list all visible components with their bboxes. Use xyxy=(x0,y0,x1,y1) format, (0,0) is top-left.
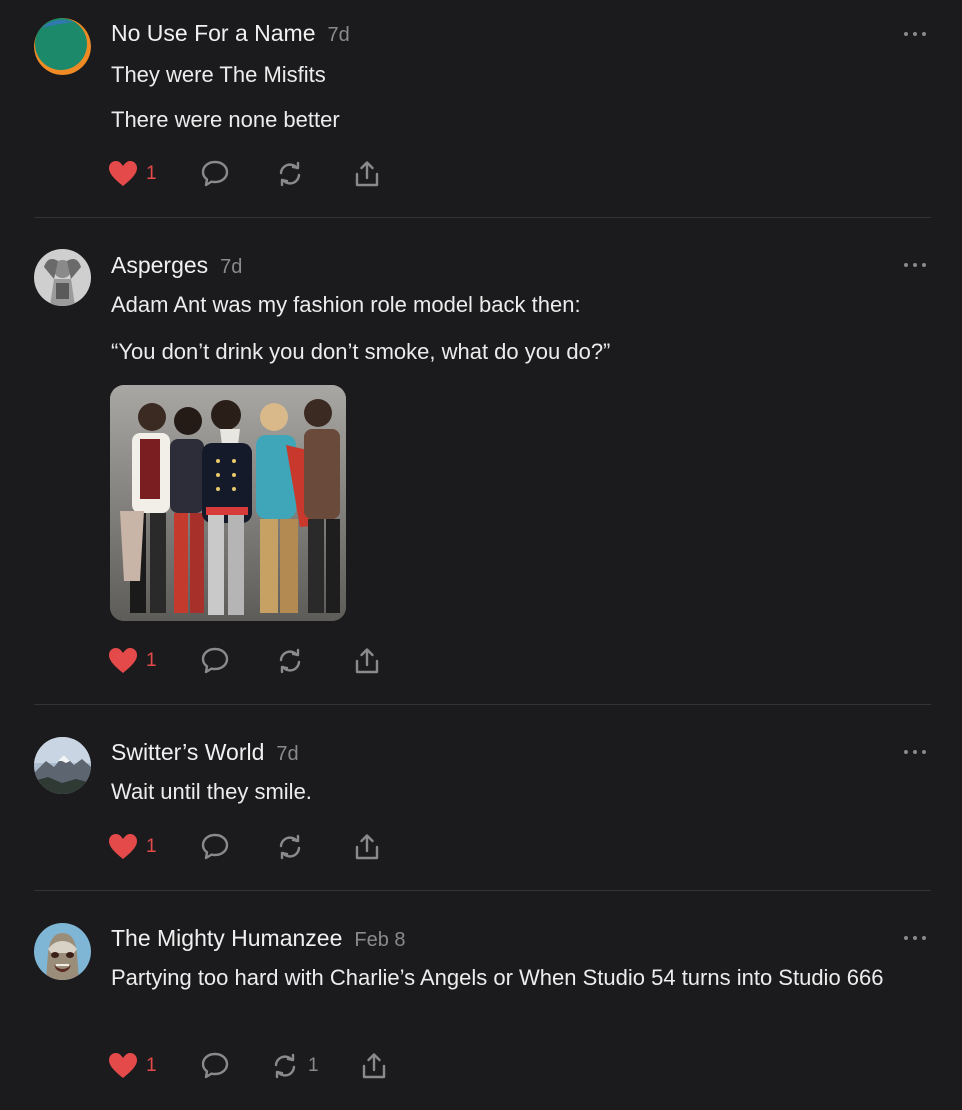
heart-icon xyxy=(109,834,137,859)
comment-bubble-icon xyxy=(201,1052,229,1079)
author-name[interactable]: The Mighty Humanzee Feb 8 xyxy=(111,925,406,952)
post-text: They were The Misfits xyxy=(111,62,326,87)
divider xyxy=(34,890,931,891)
more-dots-icon[interactable] xyxy=(904,934,926,942)
timestamp: 7d xyxy=(327,24,350,46)
more-dots-icon[interactable] xyxy=(904,748,926,756)
share-icon xyxy=(355,648,379,674)
post-text: There were none better xyxy=(111,107,340,132)
like-count: 1 xyxy=(146,1055,157,1076)
timestamp: 7d xyxy=(276,743,299,765)
like-button[interactable]: 1 xyxy=(108,831,157,863)
author-name[interactable]: No Use For a Name 7d xyxy=(111,20,350,47)
comment-button[interactable] xyxy=(200,158,230,190)
share-icon xyxy=(355,834,379,860)
restack-button[interactable] xyxy=(275,831,313,863)
share-icon xyxy=(362,1053,386,1079)
timestamp: 7d xyxy=(220,256,243,278)
like-button[interactable]: 1 xyxy=(108,1050,157,1082)
share-button[interactable] xyxy=(352,831,382,863)
share-button[interactable] xyxy=(352,645,382,677)
share-button[interactable] xyxy=(352,158,382,190)
comment-button[interactable] xyxy=(200,831,230,863)
post-image[interactable] xyxy=(110,385,346,621)
restack-icon xyxy=(279,161,301,187)
timestamp: Feb 8 xyxy=(354,929,406,951)
restack-button[interactable] xyxy=(275,645,313,677)
author-label[interactable]: Switter’s World xyxy=(111,739,264,765)
comment-button[interactable] xyxy=(200,645,230,677)
post-text: Wait until they smile. xyxy=(111,779,312,804)
restack-icon xyxy=(279,834,301,860)
restack-button[interactable]: 1 xyxy=(270,1050,319,1082)
heart-icon xyxy=(109,648,137,673)
like-button[interactable]: 1 xyxy=(108,158,157,190)
heart-icon xyxy=(109,161,137,186)
post-actions: 1 1 xyxy=(108,1050,408,1082)
post-actions: 1 xyxy=(108,645,408,677)
more-dots-icon[interactable] xyxy=(904,261,926,269)
post-actions: 1 xyxy=(108,158,408,190)
restack-icon xyxy=(279,648,301,674)
divider xyxy=(34,217,931,218)
like-count: 1 xyxy=(146,836,157,857)
author-name[interactable]: Switter’s World 7d xyxy=(111,739,299,766)
post-text: Partying too hard with Charlie’s Angels … xyxy=(111,965,884,990)
avatar[interactable] xyxy=(34,18,91,75)
share-button[interactable] xyxy=(359,1050,389,1082)
share-icon xyxy=(355,161,379,187)
like-count: 1 xyxy=(146,650,157,671)
restack-icon xyxy=(274,1053,296,1079)
more-dots-icon[interactable] xyxy=(904,30,926,38)
author-label[interactable]: The Mighty Humanzee xyxy=(111,925,342,951)
avatar[interactable] xyxy=(34,737,91,794)
like-count: 1 xyxy=(146,163,157,184)
divider xyxy=(34,704,931,705)
restack-count: 1 xyxy=(308,1055,319,1076)
heart-icon xyxy=(109,1053,137,1078)
comment-bubble-icon xyxy=(201,647,229,674)
avatar[interactable] xyxy=(34,249,91,306)
comment-bubble-icon xyxy=(201,160,229,187)
author-label[interactable]: Asperges xyxy=(111,252,208,278)
comment-button[interactable] xyxy=(200,1050,230,1082)
restack-button[interactable] xyxy=(275,158,313,190)
comment-bubble-icon xyxy=(201,833,229,860)
author-label[interactable]: No Use For a Name xyxy=(111,20,316,46)
like-button[interactable]: 1 xyxy=(108,645,157,677)
avatar[interactable] xyxy=(34,923,91,980)
author-name[interactable]: Asperges 7d xyxy=(111,252,242,279)
post-text: “You don’t drink you don’t smoke, what d… xyxy=(111,339,611,364)
post-text: Adam Ant was my fashion role model back … xyxy=(111,292,581,317)
post-actions: 1 xyxy=(108,831,408,863)
